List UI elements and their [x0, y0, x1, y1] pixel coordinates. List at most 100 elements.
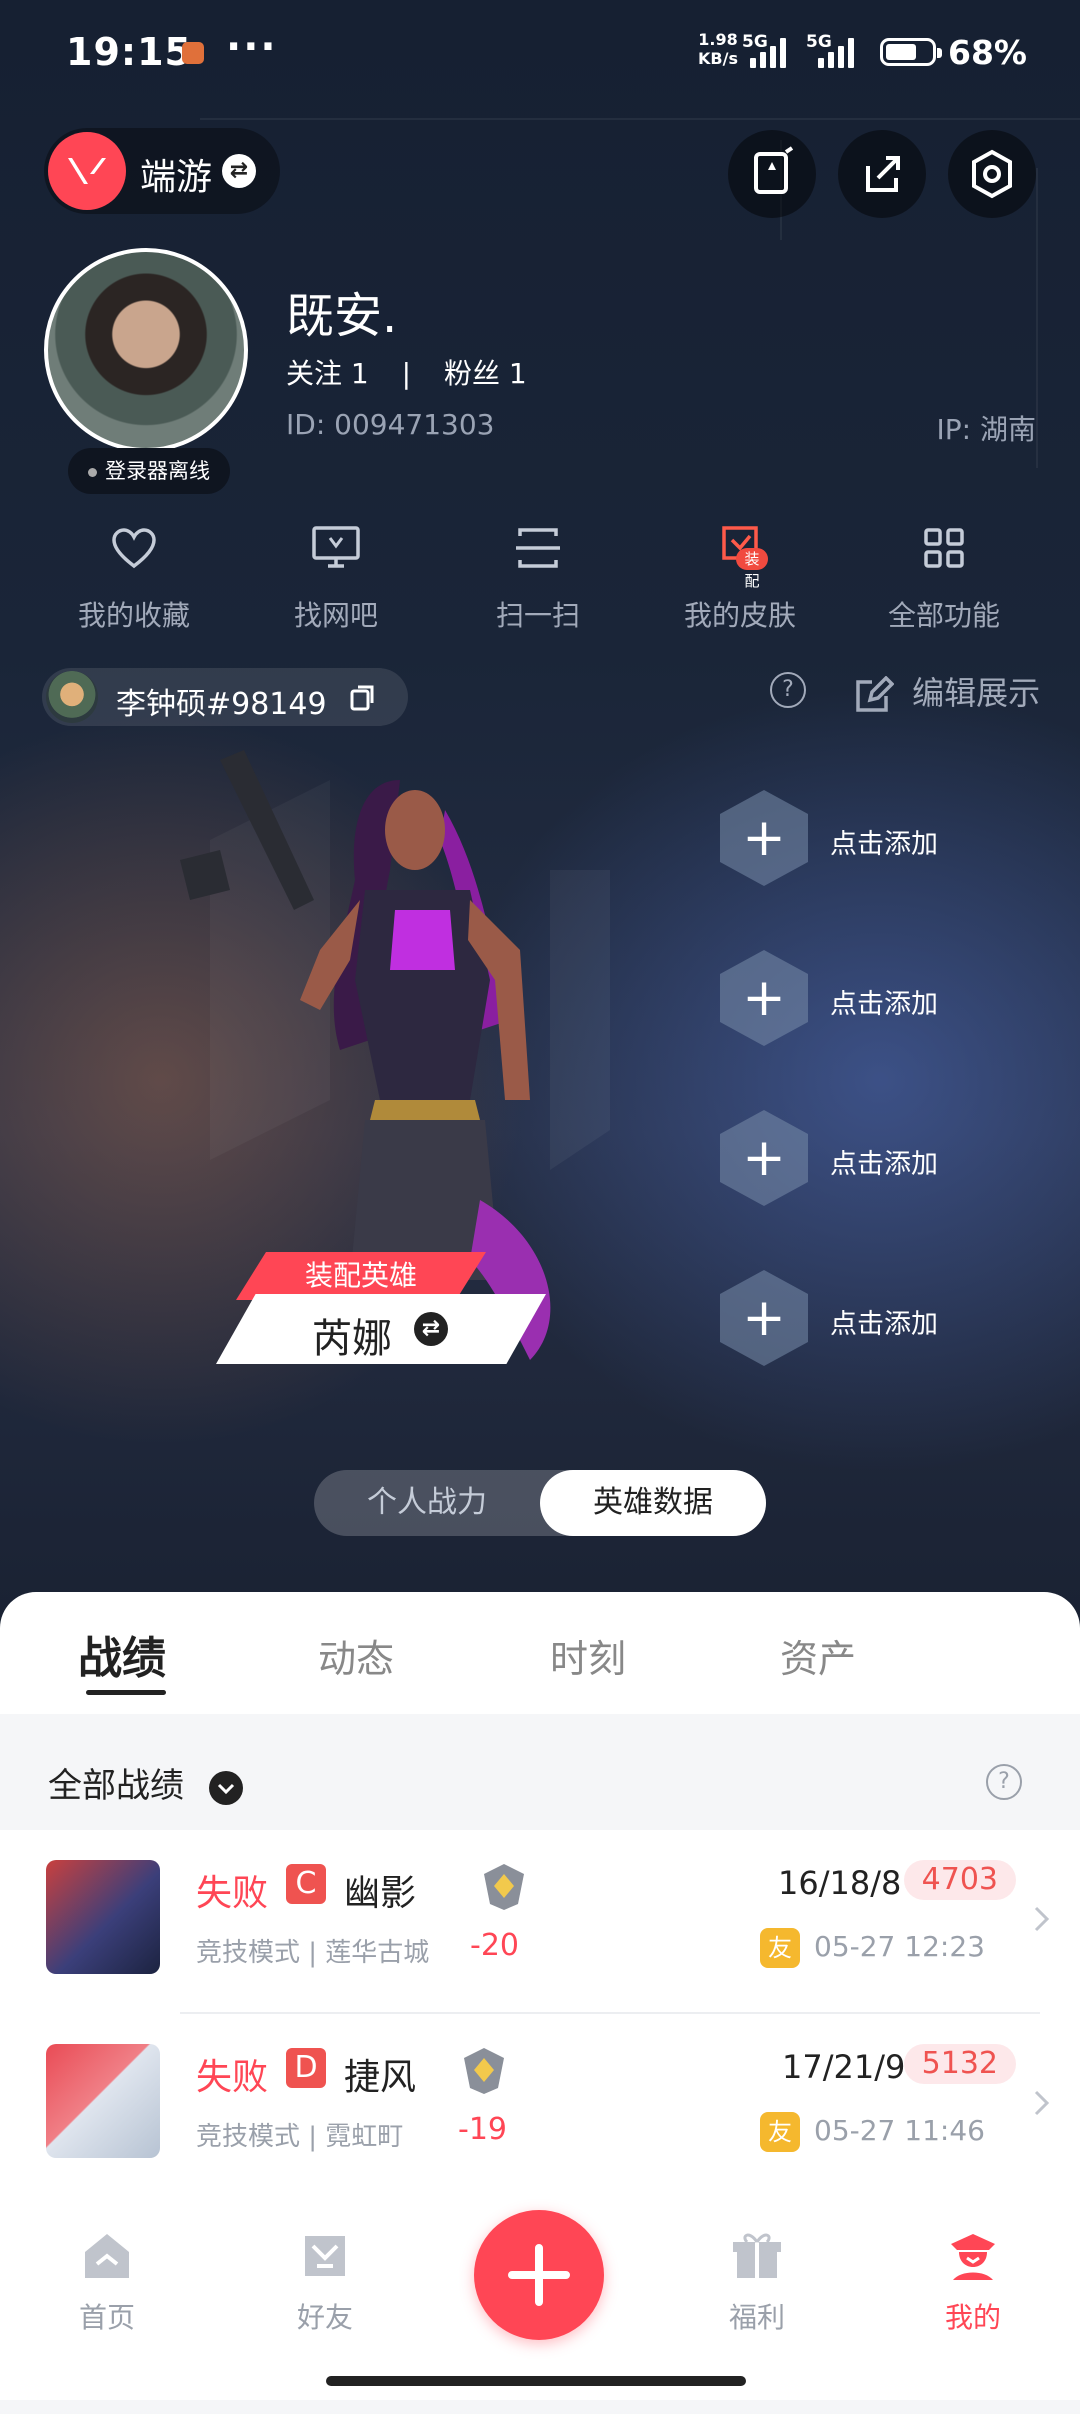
quick-action-scan[interactable]: 扫一扫 [438, 520, 638, 634]
equip-agent-tag: 装配英雄 [236, 1252, 486, 1300]
network-speed: 1.98 KB/s [698, 30, 738, 68]
fans-count[interactable]: 1 [509, 357, 527, 390]
quick-action-label: 扫一扫 [495, 599, 580, 632]
quick-action-label: 我的皮肤 [683, 599, 796, 632]
chevron-right-icon [1034, 2090, 1050, 2116]
nav-label: 好友 [296, 2301, 353, 2334]
quick-action-internet-cafe[interactable]: 找网吧 [236, 520, 436, 634]
share-button[interactable] [838, 130, 926, 218]
match-agent-name: 幽影 [344, 1873, 417, 1914]
match-row[interactable]: 失败 D 捷风 竞技模式 | 霓虹町 -19 17/21/9 5132 友 05… [0, 2014, 1080, 2198]
quick-action-label: 我的收藏 [77, 599, 190, 632]
following-count[interactable]: 1 [351, 357, 369, 390]
add-slot-3[interactable]: + 点击添加 [720, 1104, 960, 1214]
decor-line [1036, 168, 1038, 468]
match-agent-name: 捷风 [344, 2057, 417, 2098]
match-mode-map: 竞技模式 | 莲华古城 [196, 1938, 430, 1968]
plus-icon [508, 2244, 570, 2306]
match-filter-dropdown[interactable]: 全部战绩 [48, 1758, 243, 1807]
monitor-icon [312, 526, 360, 568]
riot-account-pill[interactable]: 李钟硕#98149 [42, 668, 408, 726]
nav-label: 我的 [944, 2301, 1001, 2334]
nav-benefits[interactable]: 福利 [682, 2226, 832, 2336]
network-speed-unit: KB/s [698, 49, 738, 68]
swap-icon[interactable]: ⇄ [414, 1312, 448, 1346]
following-label[interactable]: 关注 [286, 357, 342, 390]
active-tab-indicator [86, 1690, 166, 1695]
add-slot-label: 点击添加 [830, 989, 938, 1020]
plus-icon: + [720, 790, 808, 886]
stats-divider: | [401, 357, 412, 390]
edit-card-button[interactable] [728, 130, 816, 218]
profile-icon [951, 2234, 995, 2280]
add-slot-1[interactable]: + 点击添加 [720, 784, 960, 894]
more-notifications-icon: ··· [226, 24, 278, 70]
ip-location: IP: 湖南 [936, 413, 1036, 446]
edit-showcase-button[interactable]: 编辑展示 [856, 668, 1040, 714]
copy-icon[interactable] [348, 682, 378, 712]
match-filter-label: 全部战绩 [48, 1766, 184, 1806]
equipped-agent-card[interactable]: 芮娜 ⇄ [216, 1294, 546, 1364]
follow-stats: 关注 1 | 粉丝 1 [286, 352, 527, 392]
network-type-label: 5G [806, 32, 832, 52]
battery-percent: 68% [948, 33, 1027, 72]
match-mode-map: 竞技模式 | 霓虹町 [196, 2122, 404, 2152]
segment-agent-data[interactable]: 英雄数据 [540, 1470, 766, 1536]
tab-moments[interactable]: 时刻 [550, 1628, 626, 1683]
battery-fill [886, 44, 916, 60]
match-date: 05-27 11:46 [814, 2114, 985, 2147]
agent-portrait-jett [46, 2044, 160, 2158]
network-type-label: 5G [742, 32, 768, 52]
rank-delta: -19 [458, 2112, 507, 2147]
home-indicator[interactable] [326, 2376, 746, 2386]
tab-match-record[interactable]: 战绩 [78, 1622, 166, 1686]
add-slot-4[interactable]: + 点击添加 [720, 1264, 960, 1374]
share-icon [866, 156, 900, 192]
user-id: ID: 009471303 [286, 408, 495, 441]
home-icon [85, 2234, 129, 2278]
game-switcher[interactable]: 端游 ⇄ [44, 128, 280, 214]
match-help-icon[interactable]: ? [986, 1764, 1022, 1800]
segment-personal-power[interactable]: 个人战力 [314, 1470, 540, 1536]
match-date: 05-27 12:23 [814, 1930, 985, 1963]
match-row[interactable]: 失败 C 幽影 竞技模式 | 莲华古城 -20 16/18/8 4703 友 0… [0, 1830, 1080, 2014]
plus-icon: + [720, 1110, 808, 1206]
nav-friends[interactable]: 好友 [250, 2226, 400, 2336]
equipped-agent-name: 芮娜 [312, 1316, 392, 1362]
match-result: 失败 [196, 1873, 269, 1914]
nav-home[interactable]: 首页 [32, 2226, 182, 2336]
fans-label[interactable]: 粉丝 [444, 357, 500, 390]
content-tabs: 战绩 动态 时刻 资产 [0, 1592, 1080, 1712]
add-slot-2[interactable]: + 点击添加 [720, 944, 960, 1054]
equip-badge: 装配 [736, 548, 768, 590]
riot-avatar [46, 671, 98, 723]
avatar[interactable] [44, 248, 248, 452]
quick-action-favorites[interactable]: 我的收藏 [34, 520, 234, 634]
nav-me[interactable]: 我的 [898, 2226, 1048, 2336]
nav-label: 首页 [78, 2301, 135, 2334]
tab-assets[interactable]: 资产 [780, 1628, 856, 1683]
create-post-button[interactable] [474, 2210, 604, 2340]
settings-button[interactable] [948, 130, 1036, 218]
friend-badge: 友 [760, 1928, 800, 1968]
grid-icon [924, 528, 964, 568]
status-bar: 19:15 ··· 1.98 KB/s 5G 5G 68% [0, 0, 1080, 110]
swap-icon: ⇄ [222, 154, 256, 188]
plus-icon: + [720, 950, 808, 1046]
status-time: 19:15 [66, 30, 192, 74]
quick-action-skins[interactable]: 装配 我的皮肤 [640, 520, 840, 634]
help-icon[interactable]: ? [770, 672, 806, 708]
add-slot-label: 点击添加 [830, 1149, 938, 1180]
quick-action-all-features[interactable]: 全部功能 [844, 520, 1044, 634]
friend-badge: 友 [760, 2112, 800, 2152]
tab-activity[interactable]: 动态 [318, 1628, 394, 1683]
scan-icon [516, 528, 560, 568]
edit-icon [856, 675, 895, 712]
friends-icon [305, 2236, 345, 2276]
match-kda: 17/21/9 [782, 2048, 906, 2086]
status-dot-icon [88, 467, 97, 477]
decor-line [200, 118, 1080, 120]
stats-segment-control: 个人战力 英雄数据 [314, 1470, 766, 1536]
rank-delta: -20 [470, 1928, 519, 1963]
chevron-right-icon [1034, 1906, 1050, 1932]
